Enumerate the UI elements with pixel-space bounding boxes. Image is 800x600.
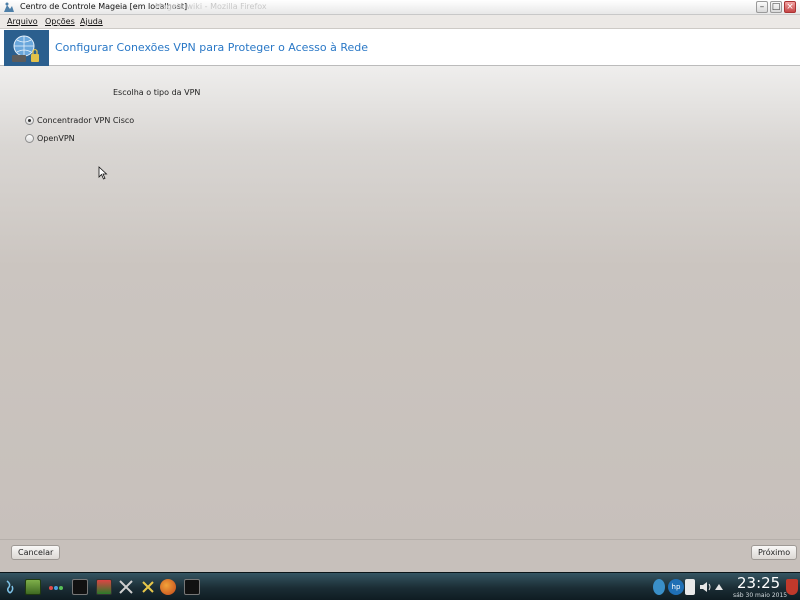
vpn-type-prompt: Escolha o tipo da VPN: [113, 88, 201, 97]
desktop-grid-icon[interactable]: [25, 579, 41, 595]
menubar: Arquivo Opções Ajuda: [0, 15, 800, 29]
menu-opcoes[interactable]: Opções: [45, 17, 75, 26]
main-content: Escolha o tipo da VPN Concentrador VPN C…: [0, 66, 800, 539]
radio-label-openvpn[interactable]: OpenVPN: [37, 134, 75, 143]
maximize-button[interactable]: □: [770, 1, 782, 13]
terminal-icon[interactable]: [72, 579, 88, 595]
mageia-menu-icon[interactable]: [3, 579, 17, 595]
cancel-button[interactable]: Cancelar: [11, 545, 61, 560]
page-title: Configurar Conexões VPN para Proteger o …: [55, 41, 369, 54]
radio-label-cisco[interactable]: Concentrador VPN Cisco: [37, 116, 134, 125]
terminal2-icon[interactable]: [184, 579, 200, 595]
expand-tray-icon[interactable]: [714, 579, 724, 595]
shield-icon[interactable]: [786, 579, 798, 595]
radio-button-cisco[interactable]: [25, 116, 34, 125]
close-icon: ×: [786, 2, 794, 12]
volume-icon[interactable]: [698, 579, 714, 595]
next-button[interactable]: Próximo: [751, 545, 798, 560]
mouse-pointer-icon: [98, 166, 108, 180]
clock-date: sáb 30 maio 2015: [733, 592, 788, 599]
close-button[interactable]: ×: [784, 1, 796, 13]
radio-option-cisco[interactable]: Concentrador VPN Cisco: [25, 116, 134, 125]
vpn-globe-lock-icon: [4, 30, 49, 66]
tools-icon[interactable]: [118, 579, 134, 595]
clipboard-icon[interactable]: [685, 579, 695, 595]
tools2-icon[interactable]: [140, 579, 156, 595]
firefox-icon[interactable]: [160, 579, 176, 595]
maximize-icon: □: [771, 2, 781, 12]
network-icon[interactable]: [653, 579, 665, 595]
menu-arquivo[interactable]: Arquivo: [7, 17, 38, 26]
color-dots-icon[interactable]: [48, 579, 64, 595]
dialog-footer: Cancelar Próximo: [0, 539, 800, 572]
book-icon[interactable]: [96, 579, 112, 595]
background-window-title: Mageia wiki - Mozilla Firefox: [155, 2, 267, 11]
taskbar: hp 23:25 sáb 30 maio 2015: [0, 572, 800, 600]
clock-time[interactable]: 23:25: [737, 574, 780, 592]
radio-option-openvpn[interactable]: OpenVPN: [25, 134, 75, 143]
mageia-app-icon: [4, 2, 14, 12]
hp-icon[interactable]: hp: [668, 579, 684, 595]
minimize-button[interactable]: –: [756, 1, 768, 13]
page-banner: Configurar Conexões VPN para Proteger o …: [0, 29, 800, 66]
window-titlebar[interactable]: Centro de Controle Mageia [em localhost]…: [0, 0, 800, 15]
minimize-icon: –: [759, 2, 765, 12]
menu-ajuda[interactable]: Ajuda: [80, 17, 103, 26]
radio-button-openvpn[interactable]: [25, 134, 34, 143]
